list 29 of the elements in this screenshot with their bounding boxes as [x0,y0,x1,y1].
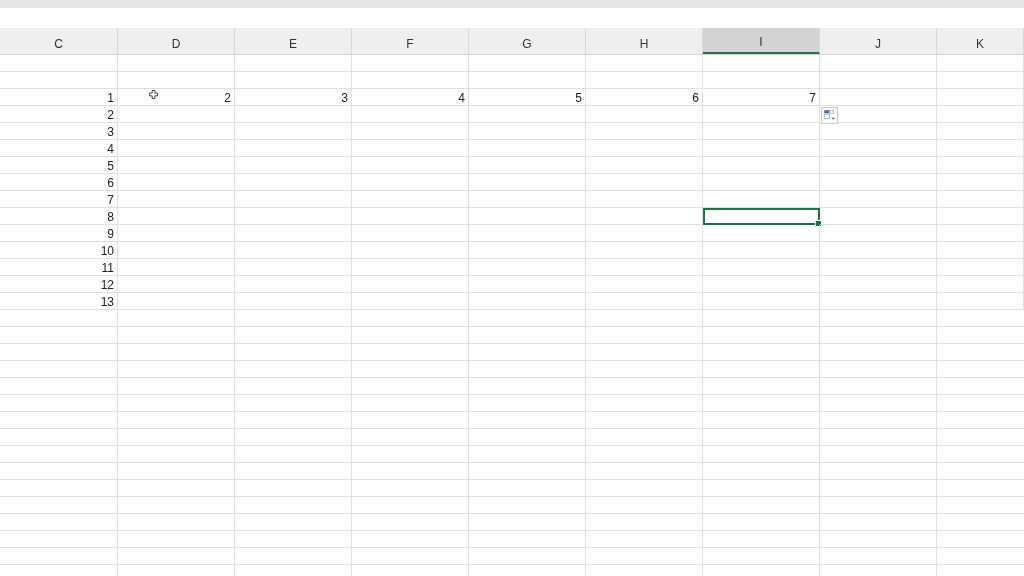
table-cell: 1 [0,89,118,106]
table-cell: 2 [0,106,118,123]
column-header[interactable]: D [118,28,235,54]
column-header[interactable]: I [703,28,820,54]
column-header[interactable]: K [937,28,1024,54]
paste-options-icon[interactable] [821,107,838,124]
table-cell: 5 [469,89,586,106]
table-cell: 5 [0,157,118,174]
table-cell: 12 [0,276,118,293]
table-cell: 4 [0,140,118,157]
column-header[interactable]: F [352,28,469,54]
table-cell: 3 [235,89,352,106]
table-cell: 6 [0,174,118,191]
fill-handle[interactable] [815,220,822,227]
table-cell: 7 [0,191,118,208]
table-cell: 6 [586,89,703,106]
column-header[interactable]: G [469,28,586,54]
table-cell: 4 [352,89,469,106]
column-header[interactable]: E [235,28,352,54]
table-cell: 3 [0,123,118,140]
table-cell: 9 [0,225,118,242]
table-cell: 13 [0,293,118,310]
column-header[interactable]: C [0,28,118,54]
cursor-icon [149,90,158,99]
table-cell: 11 [0,259,118,276]
table-cell: 8 [0,208,118,225]
column-header[interactable]: J [820,28,937,54]
table-cell: 7 [703,89,820,106]
table-cell: 10 [0,242,118,259]
